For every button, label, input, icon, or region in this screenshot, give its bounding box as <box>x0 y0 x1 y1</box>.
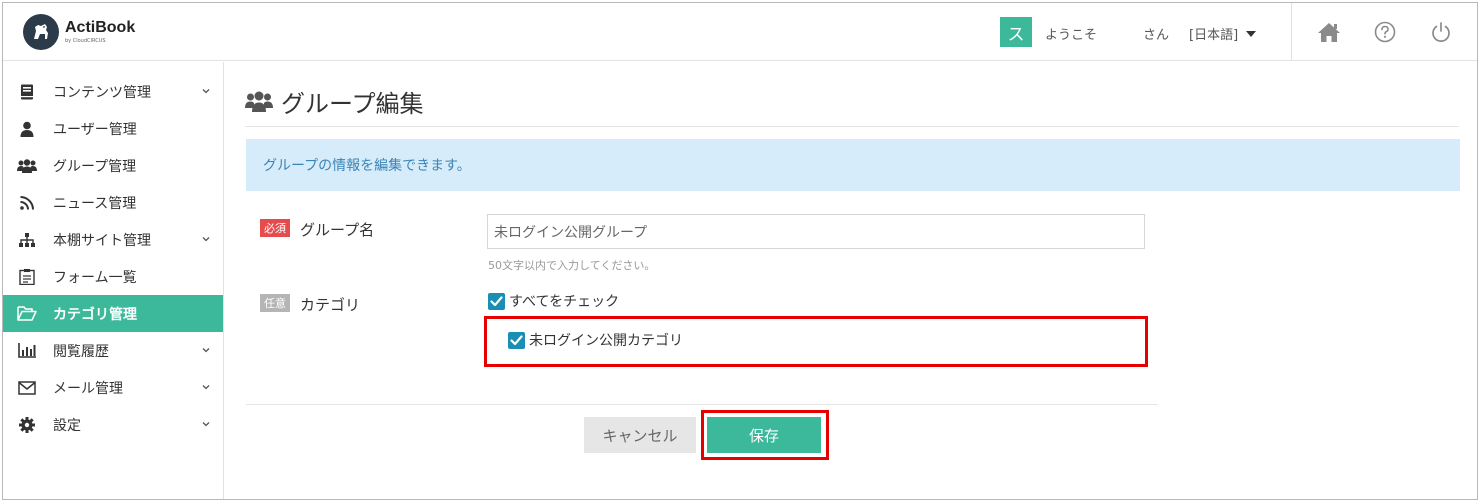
info-banner: グループの情報を編集できます。 <box>246 139 1460 191</box>
required-badge: 必須 <box>260 219 290 237</box>
top-header: ActiBook by CloudCIRCUS ス ようこそ さん [日本語] <box>3 3 1477 61</box>
chevron-down-icon <box>202 422 210 427</box>
sidebar-item-groups[interactable]: グループ管理 <box>3 147 223 184</box>
sidebar-item-users[interactable]: ユーザー管理 <box>3 110 223 147</box>
home-icon[interactable] <box>1316 19 1342 45</box>
folder-open-icon <box>17 304 37 324</box>
group-name-input[interactable] <box>487 214 1145 249</box>
category-label: カテゴリ <box>300 296 361 314</box>
check-all-label: すべてをチェック <box>509 294 620 310</box>
logo-name: ActiBook <box>65 19 136 36</box>
welcome-text: ようこそ <box>1045 28 1098 43</box>
sidebar-item-label: カテゴリ管理 <box>53 306 137 323</box>
checkbox-checked-icon <box>488 292 505 310</box>
sidebar-item-mail[interactable]: メール管理 <box>3 369 223 406</box>
language-label: [日本語] <box>1189 28 1239 43</box>
sidebar-item-contents[interactable]: コンテンツ管理 <box>3 73 223 110</box>
sidebar-item-label: フォーム一覧 <box>53 269 137 286</box>
sidebar-item-label: ユーザー管理 <box>53 121 137 138</box>
logo-subtitle: by CloudCIRCUS <box>65 38 106 44</box>
title-divider <box>245 126 1459 127</box>
cancel-button[interactable]: キャンセル <box>584 417 696 453</box>
chevron-down-icon <box>202 385 210 390</box>
chevron-down-icon <box>202 237 210 242</box>
category-highlight-box <box>484 316 1148 367</box>
sidebar-item-label: 閲覧履歴 <box>53 343 109 360</box>
group-name-label: グループ名 <box>300 221 375 239</box>
sidebar-item-news[interactable]: ニュース管理 <box>3 184 223 221</box>
main-content: グループ編集 グループの情報を編集できます。 必須 グループ名 50文字以内で入… <box>225 62 1477 499</box>
save-highlight-box <box>701 410 829 460</box>
group-name-help: 50文字以内で入力してください。 <box>488 259 656 272</box>
check-all-checkbox[interactable]: すべてをチェック <box>488 291 619 311</box>
sidebar-item-label: コンテンツ管理 <box>53 84 151 101</box>
power-icon[interactable] <box>1428 19 1454 45</box>
optional-badge: 任意 <box>260 294 290 312</box>
sidebar: コンテンツ管理 ユーザー管理 グループ管理 ニュース管理 本棚サイト管理 フォー… <box>3 62 224 499</box>
app-window: ActiBook by CloudCIRCUS ス ようこそ さん [日本語] <box>2 2 1478 500</box>
gear-icon <box>17 415 37 435</box>
sidebar-item-settings[interactable]: 設定 <box>3 406 223 443</box>
sidebar-item-label: グループ管理 <box>53 158 137 175</box>
logo-horse-icon <box>23 14 59 50</box>
sidebar-item-label: ニュース管理 <box>53 195 137 212</box>
book-icon <box>17 82 37 102</box>
user-icon <box>17 119 37 139</box>
help-icon[interactable] <box>1372 19 1398 45</box>
bar-chart-icon <box>17 341 37 361</box>
users-icon <box>245 91 273 112</box>
avatar[interactable]: ス <box>1000 17 1032 47</box>
sidebar-item-forms[interactable]: フォーム一覧 <box>3 258 223 295</box>
sidebar-item-label: 設定 <box>53 417 81 434</box>
page-title: グループ編集 <box>245 84 424 119</box>
honorific-text: さん <box>1143 28 1170 43</box>
sidebar-item-bookshelf-site[interactable]: 本棚サイト管理 <box>3 221 223 258</box>
language-dropdown[interactable]: [日本語] <box>1189 24 1257 43</box>
caret-down-icon <box>1246 30 1257 37</box>
sidebar-item-history[interactable]: 閲覧履歴 <box>3 332 223 369</box>
envelope-icon <box>17 378 37 398</box>
sidebar-item-label: メール管理 <box>53 380 123 397</box>
sidebar-item-label: 本棚サイト管理 <box>53 232 151 249</box>
logo[interactable]: ActiBook by CloudCIRCUS <box>23 14 135 50</box>
form-icon <box>17 267 37 287</box>
sitemap-icon <box>17 230 37 250</box>
sidebar-item-categories[interactable]: カテゴリ管理 <box>3 295 223 332</box>
users-icon <box>17 156 37 176</box>
page-title-text: グループ編集 <box>281 90 424 118</box>
form-divider <box>246 404 1158 405</box>
header-divider <box>1291 3 1292 61</box>
rss-icon <box>17 193 37 213</box>
chevron-down-icon <box>202 348 210 353</box>
chevron-down-icon <box>202 89 210 94</box>
